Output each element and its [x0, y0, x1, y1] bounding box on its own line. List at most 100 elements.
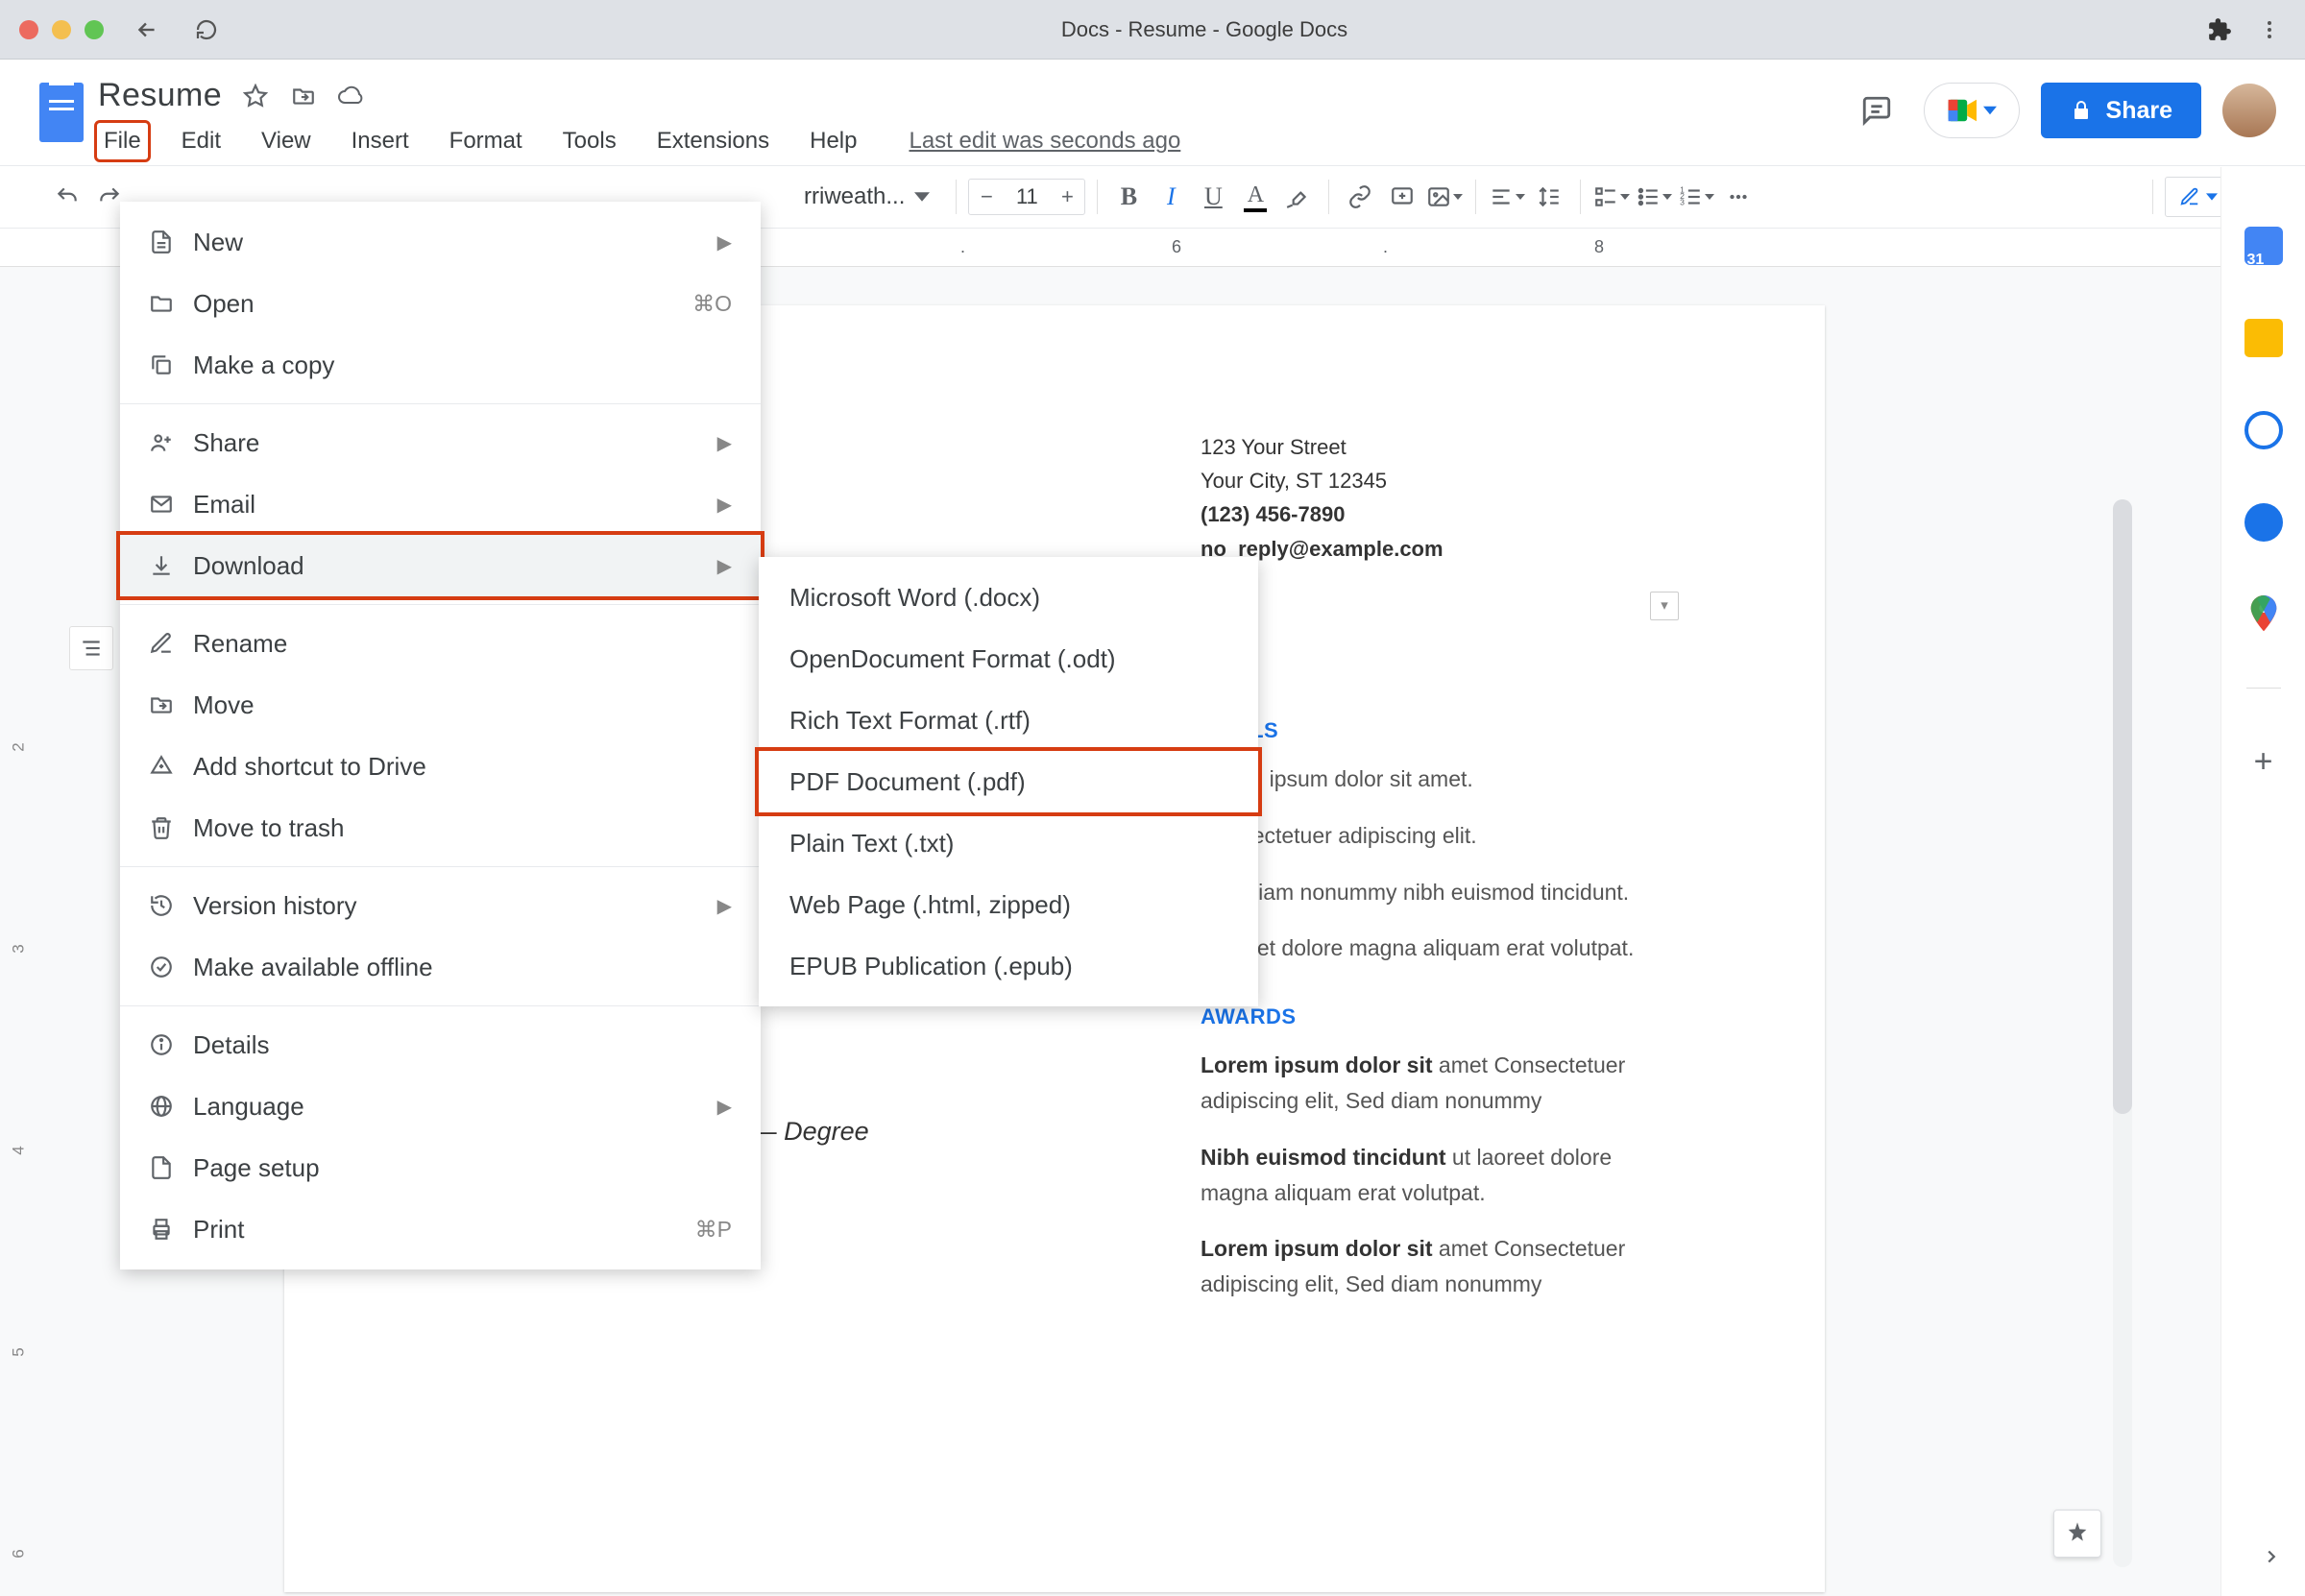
cloud-status-icon[interactable]	[337, 82, 366, 110]
column-break-toggle[interactable]: ▾	[1650, 592, 1679, 620]
file-menu-language[interactable]: Language ▶	[120, 1076, 761, 1137]
menu-help[interactable]: Help	[804, 124, 862, 158]
text-color-button[interactable]: A	[1236, 178, 1274, 216]
page-icon	[149, 1155, 193, 1180]
file-menu-new[interactable]: New ▶	[120, 211, 761, 273]
image-button[interactable]	[1425, 178, 1464, 216]
file-menu-print[interactable]: Print ⌘P	[120, 1198, 761, 1260]
email-icon	[149, 492, 193, 517]
file-menu-rename[interactable]: Rename	[120, 613, 761, 674]
menu-insert[interactable]: Insert	[346, 124, 415, 158]
move-icon[interactable]	[289, 82, 318, 110]
file-menu-share[interactable]: Share ▶	[120, 412, 761, 473]
contacts-icon[interactable]	[2244, 503, 2283, 542]
bulleted-list-button[interactable]	[1635, 178, 1673, 216]
menu-edit[interactable]: Edit	[176, 124, 227, 158]
file-menu-open[interactable]: Open ⌘O	[120, 273, 761, 334]
font-select[interactable]: rriweath...	[789, 177, 944, 217]
scrollbar[interactable]	[2113, 499, 2132, 1567]
menu-view[interactable]: View	[255, 124, 317, 158]
print-icon	[149, 1217, 193, 1242]
italic-button[interactable]: I	[1152, 178, 1190, 216]
add-addon-icon[interactable]: +	[2244, 742, 2283, 781]
download-submenu: Microsoft Word (.docx) OpenDocument Form…	[759, 557, 1258, 1006]
download-epub[interactable]: EPUB Publication (.epub)	[759, 935, 1258, 997]
reload-button[interactable]	[190, 13, 223, 46]
hide-side-panel-icon[interactable]	[2261, 1546, 2282, 1567]
font-size-plus-button[interactable]: +	[1050, 180, 1084, 214]
file-menu-move[interactable]: Move	[120, 674, 761, 736]
file-menu-offline[interactable]: Make available offline	[120, 936, 761, 998]
file-menu-download[interactable]: Download ▶	[120, 535, 761, 596]
submenu-arrow-icon: ▶	[717, 431, 732, 455]
align-button[interactable]	[1488, 178, 1526, 216]
file-menu-page-setup[interactable]: Page setup	[120, 1137, 761, 1198]
star-icon[interactable]	[241, 82, 270, 110]
line-spacing-button[interactable]	[1530, 178, 1568, 216]
keep-icon[interactable]	[2244, 319, 2283, 357]
menu-format[interactable]: Format	[444, 124, 528, 158]
file-menu-add-shortcut[interactable]: Add shortcut to Drive	[120, 736, 761, 797]
comment-button[interactable]	[1383, 178, 1421, 216]
link-button[interactable]	[1341, 178, 1379, 216]
underline-button[interactable]: U	[1194, 178, 1232, 216]
tasks-icon[interactable]	[2244, 411, 2283, 449]
download-rtf[interactable]: Rich Text Format (.rtf)	[759, 689, 1258, 751]
docs-header: Resume File Edit View Insert Format Tool…	[0, 60, 2305, 165]
move-folder-icon	[149, 692, 193, 717]
window-min-icon[interactable]	[52, 20, 71, 39]
numbered-list-button[interactable]: 123	[1677, 178, 1715, 216]
document-icon	[149, 230, 193, 254]
file-menu-make-copy[interactable]: Make a copy	[120, 334, 761, 396]
outline-button[interactable]	[69, 626, 113, 670]
comment-history-icon[interactable]	[1851, 85, 1903, 136]
menu-file[interactable]: File	[98, 124, 147, 158]
download-html[interactable]: Web Page (.html, zipped)	[759, 874, 1258, 935]
account-avatar[interactable]	[2222, 84, 2276, 137]
font-size-stepper[interactable]: − 11 +	[968, 179, 1085, 215]
font-size-value[interactable]: 11	[1004, 184, 1050, 209]
extensions-icon[interactable]	[2203, 13, 2236, 46]
folder-icon	[149, 291, 193, 316]
side-panel: 31 +	[2220, 167, 2305, 1596]
bold-button[interactable]: B	[1109, 178, 1148, 216]
history-icon	[149, 893, 193, 918]
docs-logo-icon[interactable]	[33, 77, 90, 154]
download-odt[interactable]: OpenDocument Format (.odt)	[759, 628, 1258, 689]
globe-icon	[149, 1094, 193, 1119]
vertical-ruler[interactable]: 2 3 4 5 6	[14, 267, 49, 1596]
contact-block: 123 Your Street Your City, ST 12345 (123…	[1201, 430, 1642, 566]
browser-more-icon[interactable]	[2253, 13, 2286, 46]
file-menu-trash[interactable]: Move to trash	[120, 797, 761, 858]
submenu-arrow-icon: ▶	[717, 493, 732, 517]
file-menu-details[interactable]: Details	[120, 1014, 761, 1076]
download-pdf[interactable]: PDF Document (.pdf)	[759, 751, 1258, 812]
copy-icon	[149, 352, 193, 377]
maps-icon[interactable]	[2244, 595, 2283, 634]
file-menu-version-history[interactable]: Version history ▶	[120, 875, 761, 936]
explore-button[interactable]	[2053, 1510, 2101, 1558]
window-close-icon[interactable]	[19, 20, 38, 39]
undo-button[interactable]	[48, 178, 86, 216]
browser-tab-title: Docs - Resume - Google Docs	[223, 17, 2186, 42]
scrollbar-thumb[interactable]	[2113, 499, 2132, 1114]
calendar-icon[interactable]: 31	[2244, 227, 2283, 265]
meet-button[interactable]	[1924, 83, 2020, 138]
download-txt[interactable]: Plain Text (.txt)	[759, 812, 1258, 874]
window-max-icon[interactable]	[85, 20, 104, 39]
offline-icon	[149, 955, 193, 979]
file-menu-email[interactable]: Email ▶	[120, 473, 761, 535]
share-button[interactable]: Share	[2041, 83, 2201, 138]
info-icon	[149, 1032, 193, 1057]
more-tools-button[interactable]	[1719, 178, 1758, 216]
document-title-input[interactable]: Resume	[98, 77, 222, 114]
highlight-button[interactable]	[1278, 178, 1317, 216]
checklist-button[interactable]	[1592, 178, 1631, 216]
download-docx[interactable]: Microsoft Word (.docx)	[759, 567, 1258, 628]
menu-extensions[interactable]: Extensions	[651, 124, 775, 158]
last-edit-link[interactable]: Last edit was seconds ago	[909, 128, 1180, 155]
back-button[interactable]	[131, 13, 163, 46]
font-size-minus-button[interactable]: −	[969, 180, 1004, 214]
submenu-arrow-icon: ▶	[717, 1095, 732, 1119]
menu-tools[interactable]: Tools	[557, 124, 622, 158]
